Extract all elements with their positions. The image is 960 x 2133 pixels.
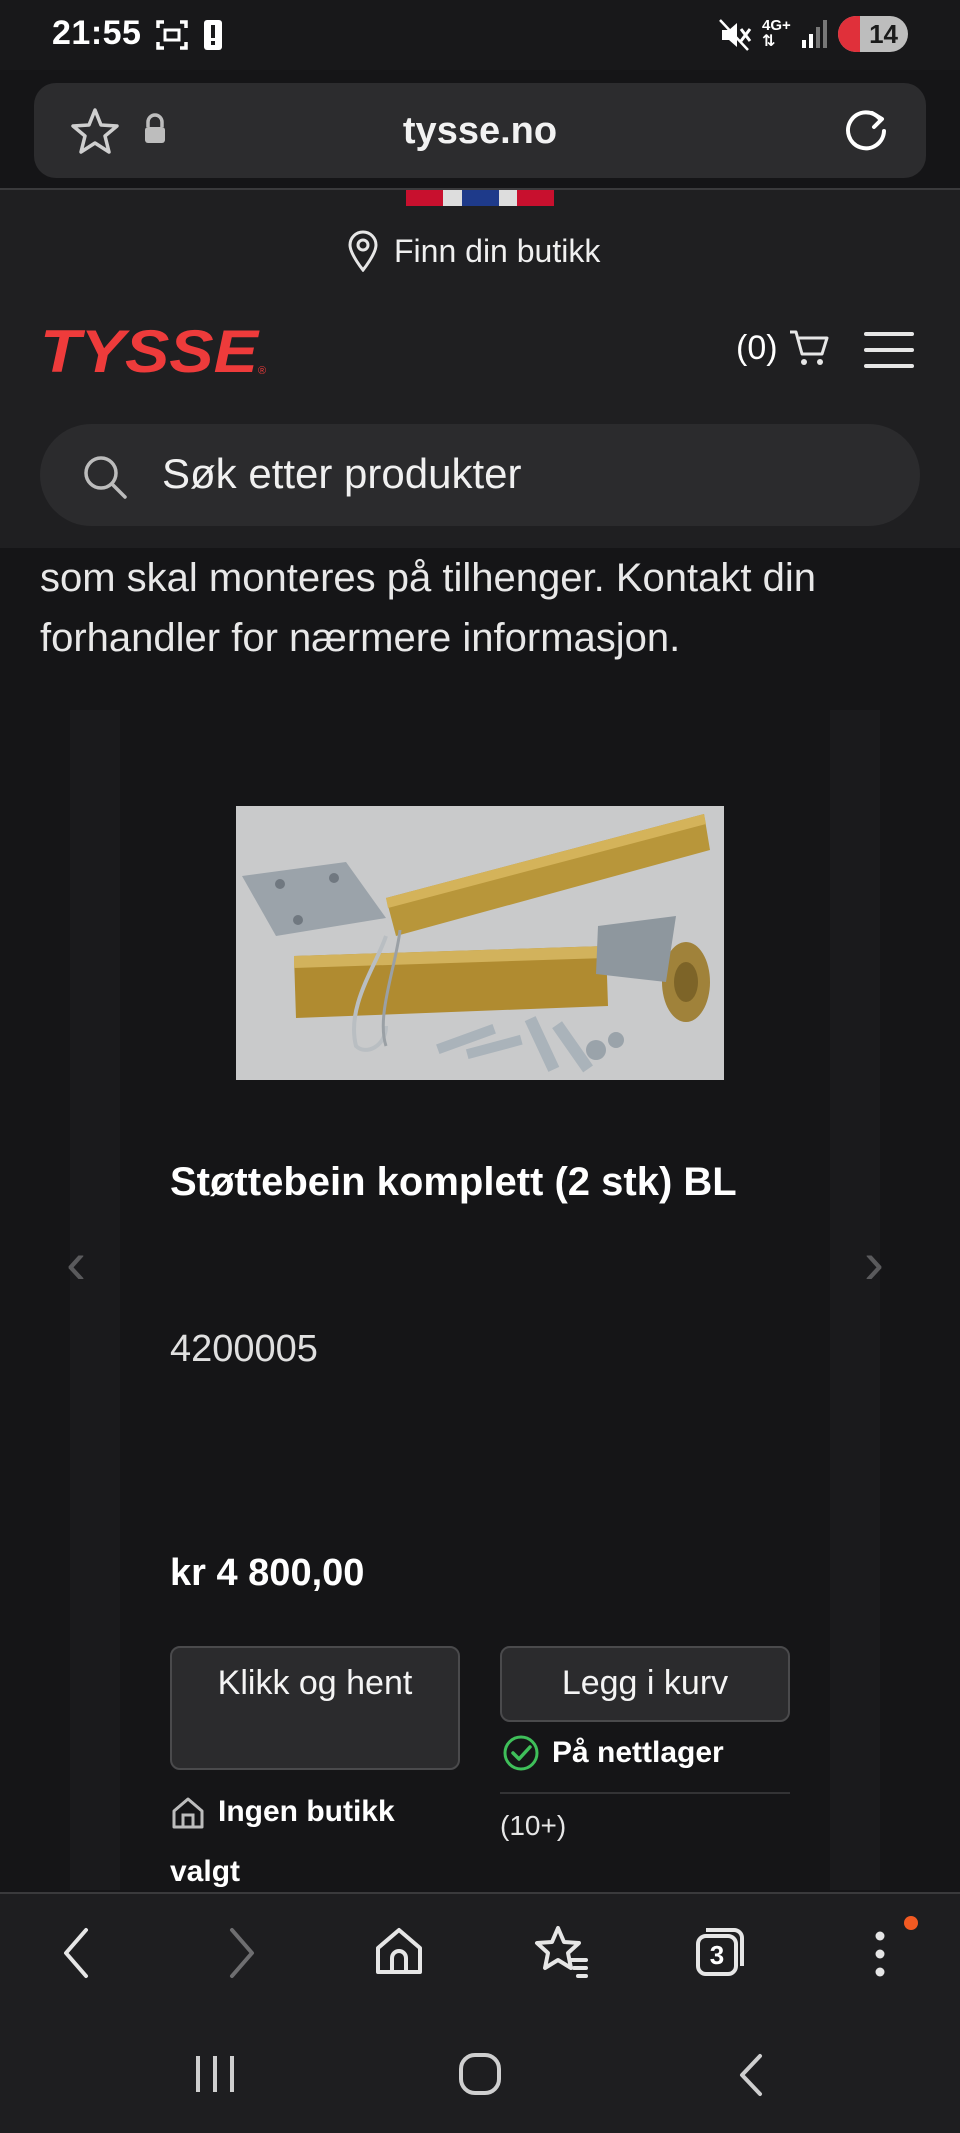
check-circle-icon <box>503 1735 539 1771</box>
notification-dot <box>904 1916 918 1930</box>
screenshot-icon <box>156 20 188 50</box>
svg-text:TYSSE: TYSSE <box>40 322 260 378</box>
svg-text:®: ® <box>258 365 266 377</box>
product-photo <box>236 806 724 1080</box>
browser-toolbar <box>0 1892 960 2012</box>
product-search-bar[interactable]: Søk etter produkter <box>40 424 920 526</box>
more-options-icon[interactable] <box>868 1928 892 1980</box>
location-pin-icon <box>348 230 378 272</box>
carousel-prev-arrow[interactable]: ‹ <box>66 1228 86 1297</box>
store-finder-label: Finn din butikk <box>394 232 601 269</box>
reload-icon[interactable] <box>842 107 890 155</box>
stock-status: På nettlager <box>502 1734 724 1772</box>
cart-count: (0) <box>736 328 778 367</box>
search-placeholder: Søk etter produkter <box>162 450 522 497</box>
carousel-next-arrow[interactable]: › <box>864 1228 884 1297</box>
system-back-icon[interactable] <box>734 2052 766 2098</box>
back-icon[interactable] <box>58 1926 94 1980</box>
product-sku: 4200005 <box>170 1328 318 1370</box>
home-icon[interactable] <box>374 1926 424 1976</box>
tabs-button[interactable]: 3 <box>694 1926 746 1978</box>
battery-indicator: 14 <box>838 16 908 52</box>
bookmarks-icon[interactable] <box>534 1924 588 1978</box>
cart-button[interactable]: (0) <box>736 328 830 368</box>
carousel-side-right <box>830 710 880 1890</box>
click-and-collect-button[interactable]: Klikk og hent <box>170 1646 460 1770</box>
shopping-cart-icon <box>789 330 829 365</box>
carousel-side-left <box>70 710 120 1890</box>
product-image[interactable] <box>236 806 724 1080</box>
search-icon <box>84 456 127 499</box>
forward-icon[interactable] <box>224 1926 260 1980</box>
recent-apps-icon[interactable] <box>194 2054 236 2094</box>
product-description: som skal monteres på tilhenger. Kontakt … <box>40 556 816 660</box>
status-time: 21:55 <box>52 14 142 52</box>
url-text[interactable]: tysse.no <box>34 110 926 153</box>
network-type: 4G+ ⇅ <box>762 17 791 50</box>
store-finder-link[interactable]: Finn din butikk <box>346 228 600 274</box>
product-title[interactable]: Støttebein komplett (2 stk) BL <box>170 1160 737 1205</box>
stock-divider <box>500 1792 790 1794</box>
address-bar[interactable]: tysse.no <box>34 83 926 178</box>
norway-flag-strip <box>406 190 554 206</box>
store-home-icon <box>172 1797 204 1829</box>
system-home-icon[interactable] <box>458 2052 502 2096</box>
signal-icon <box>802 20 827 48</box>
product-price: kr 4 800,00 <box>170 1552 365 1594</box>
tysse-logo[interactable]: TYSSE ® <box>40 322 270 378</box>
stock-status-label: På nettlager <box>552 1736 724 1769</box>
stock-count: (10+) <box>500 1810 567 1841</box>
store-status: Ingen butikk valgt <box>170 1782 460 1902</box>
mute-icon <box>719 19 752 51</box>
tab-count: 3 <box>709 1940 725 1970</box>
alert-icon <box>204 20 222 50</box>
add-to-cart-button[interactable]: Legg i kurv <box>500 1646 790 1722</box>
hamburger-menu-icon[interactable] <box>864 330 914 370</box>
